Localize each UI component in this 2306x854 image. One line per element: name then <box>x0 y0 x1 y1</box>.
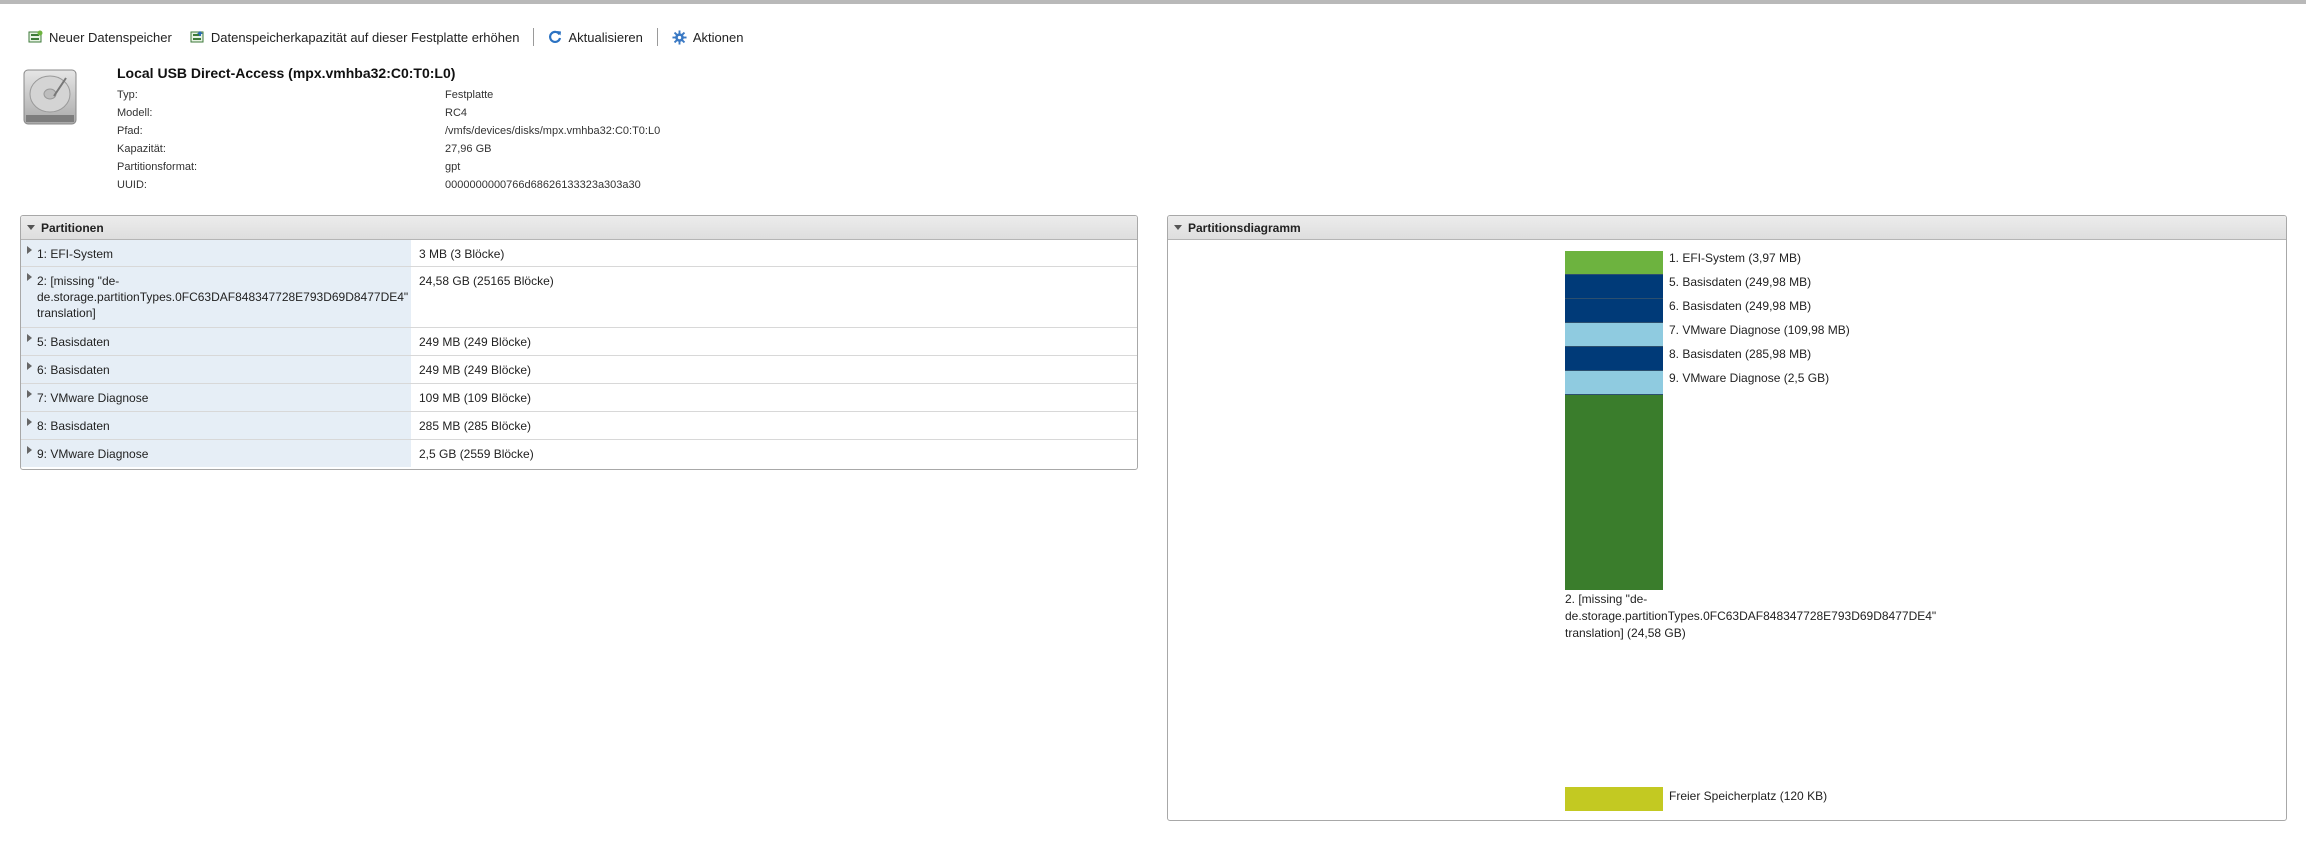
refresh-label: Aktualisieren <box>568 29 643 45</box>
diagram-segment-large-partition[interactable] <box>1565 395 1663 590</box>
diagram-label: 5. Basisdaten (249,98 MB) <box>1669 275 1812 289</box>
table-row[interactable]: 1: EFI-System 3 MB (3 Blöcke) <box>21 240 1137 267</box>
table-row[interactable]: 2: [missing "de-de.storage.partitionType… <box>21 267 1137 328</box>
toolbar-separator <box>533 28 535 46</box>
property-type: Typ: Festplatte <box>117 86 817 104</box>
property-value: RC4 <box>445 107 468 119</box>
partitions-panel: Partitionen 1: EFI-System 3 MB (3 Blöcke… <box>20 215 1138 470</box>
gear-icon <box>672 29 687 45</box>
partitions-panel-header[interactable]: Partitionen <box>21 216 1137 240</box>
property-partition-format: Partitionsformat: gpt <box>117 158 817 176</box>
expand-icon[interactable] <box>27 273 32 281</box>
partition-size: 24,58 GB (25165 Blöcke) <box>419 274 554 288</box>
diagram-label-free-space: Freier Speicherplatz (120 KB) <box>1669 789 1828 803</box>
property-model: Modell: RC4 <box>117 104 817 122</box>
partition-size: 285 MB (285 Blöcke) <box>419 419 532 433</box>
expand-icon[interactable] <box>27 246 32 254</box>
new-datastore-button[interactable]: Neuer Datenspeicher <box>24 30 176 45</box>
property-label: Kapazität: <box>117 143 166 155</box>
hard-disk-icon <box>23 69 77 125</box>
increase-capacity-label: Datenspeicherkapazität auf dieser Festpl… <box>210 29 520 45</box>
expand-icon[interactable] <box>27 390 32 398</box>
property-uuid: UUID: 0000000000766d68626133323a303a30 <box>117 176 817 194</box>
new-datastore-icon <box>28 30 43 43</box>
property-value: 27,96 GB <box>445 143 492 155</box>
diagram-segment-basisdaten-8[interactable] <box>1565 347 1663 371</box>
partition-name: 1: EFI-System <box>37 247 114 261</box>
collapse-icon <box>1174 225 1182 230</box>
expand-icon[interactable] <box>27 446 32 454</box>
partition-name: 8: Basisdaten <box>37 419 110 433</box>
partition-size: 3 MB (3 Blöcke) <box>419 247 505 261</box>
partition-size: 249 MB (249 Blöcke) <box>419 335 532 349</box>
expand-icon[interactable] <box>27 334 32 342</box>
property-label: Pfad: <box>117 125 143 137</box>
property-label: Typ: <box>117 89 138 101</box>
new-datastore-label: Neuer Datenspeicher <box>49 29 172 45</box>
partition-size: 249 MB (249 Blöcke) <box>419 363 532 377</box>
toolbar-separator <box>656 28 658 46</box>
actions-button[interactable]: Aktionen <box>668 30 748 45</box>
table-row[interactable]: 9: VMware Diagnose 2,5 GB (2559 Blöcke) <box>21 440 1137 467</box>
diagram-label: 6. Basisdaten (249,98 MB) <box>1669 299 1812 313</box>
diagram-label: 8. Basisdaten (285,98 MB) <box>1669 347 1812 361</box>
property-value: gpt <box>445 161 461 173</box>
table-row[interactable]: 5: Basisdaten 249 MB (249 Blöcke) <box>21 328 1137 356</box>
collapse-icon <box>27 225 35 230</box>
property-label: Partitionsformat: <box>117 161 198 173</box>
partition-name: 2: [missing "de-de.storage.partitionType… <box>37 274 409 320</box>
partition-size: 2,5 GB (2559 Blöcke) <box>419 447 534 461</box>
diagram-segment-free-space[interactable] <box>1565 787 1663 811</box>
diagram-segment-vmware-diagnose-9[interactable] <box>1565 371 1663 395</box>
partitions-panel-title: Partitionen <box>41 220 104 235</box>
window-top-border <box>0 0 2306 4</box>
partition-diagram-panel-title: Partitionsdiagramm <box>1188 220 1301 235</box>
diagram-label: 1. EFI-System (3,97 MB) <box>1669 251 1802 265</box>
diagram-segment-efi[interactable] <box>1565 251 1663 275</box>
property-value: /vmfs/devices/disks/mpx.vmhba32:C0:T0:L0 <box>445 125 661 137</box>
table-row[interactable]: 6: Basisdaten 249 MB (249 Blöcke) <box>21 356 1137 384</box>
partition-name: 7: VMware Diagnose <box>37 391 149 405</box>
property-path: Pfad: /vmfs/devices/disks/mpx.vmhba32:C0… <box>117 122 817 140</box>
partition-name: 9: VMware Diagnose <box>37 447 149 461</box>
diagram-segment-basisdaten-5[interactable] <box>1565 275 1663 299</box>
property-label: UUID: <box>117 179 147 191</box>
partition-size: 109 MB (109 Blöcke) <box>419 391 532 405</box>
property-capacity: Kapazität: 27,96 GB <box>117 140 817 158</box>
table-row[interactable]: 7: VMware Diagnose 109 MB (109 Blöcke) <box>21 384 1137 412</box>
toolbar: Neuer Datenspeicher Datenspeicherkapazit… <box>24 26 747 48</box>
increase-capacity-icon <box>190 31 204 43</box>
increase-capacity-button[interactable]: Datenspeicherkapazität auf dieser Festpl… <box>186 30 524 45</box>
refresh-button[interactable]: Aktualisieren <box>544 30 646 45</box>
diagram-label-large-partition: 2. [missing "de-de.storage.partitionType… <box>1565 592 1937 640</box>
device-title: Local USB Direct-Access (mpx.vmhba32:C0:… <box>117 65 456 81</box>
diagram-label: 7. VMware Diagnose (109,98 MB) <box>1669 323 1850 337</box>
partition-name: 5: Basisdaten <box>37 335 110 349</box>
expand-icon[interactable] <box>27 362 32 370</box>
property-value: Festplatte <box>445 89 494 101</box>
diagram-segment-vmware-diagnose-7[interactable] <box>1565 323 1663 347</box>
partition-name: 6: Basisdaten <box>37 363 110 377</box>
actions-label: Aktionen <box>692 29 744 45</box>
table-row[interactable]: 8: Basisdaten 285 MB (285 Blöcke) <box>21 412 1137 440</box>
device-properties: Typ: Festplatte Modell: RC4 Pfad: /vmfs/… <box>117 86 817 194</box>
expand-icon[interactable] <box>27 418 32 426</box>
partition-diagram-panel-header[interactable]: Partitionsdiagramm <box>1168 216 2286 240</box>
property-value: 0000000000766d68626133323a303a30 <box>445 179 641 191</box>
property-label: Modell: <box>117 107 153 119</box>
diagram-segment-basisdaten-6[interactable] <box>1565 299 1663 323</box>
diagram-label: 9. VMware Diagnose (2,5 GB) <box>1669 371 1830 385</box>
refresh-icon <box>549 30 562 43</box>
